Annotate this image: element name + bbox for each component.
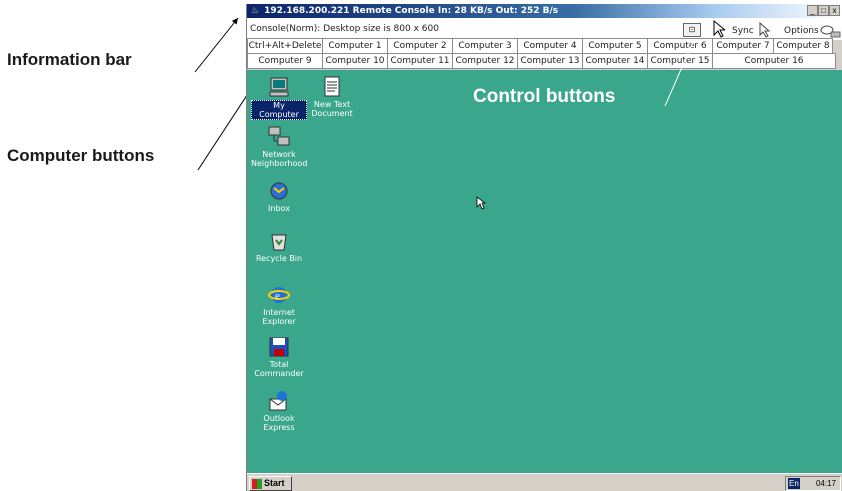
console-status-text: Console(Norm): Desktop size is 800 x 600	[250, 24, 439, 34]
information-bar: Console(Norm): Desktop size is 800 x 600…	[247, 18, 842, 40]
icon-label: Recycle Bin	[255, 254, 303, 263]
close-button[interactable]: x	[829, 5, 840, 16]
information-bar-arrow	[194, 17, 239, 73]
computer-11-button[interactable]: Computer 11	[387, 53, 453, 69]
taskbar: Start En 04:17	[247, 473, 842, 491]
desktop-icon-inbox[interactable]: Inbox	[251, 180, 307, 213]
video-settings-icon[interactable]: ⊡	[683, 23, 701, 37]
minimize-button[interactable]: _	[807, 5, 818, 16]
outlook-express-icon	[268, 390, 290, 412]
recycle-bin-icon	[268, 230, 290, 252]
information-bar-annotation: Information bar	[7, 50, 132, 69]
clock: 04:17	[815, 479, 836, 488]
computer-5-button[interactable]: Computer 5	[582, 38, 648, 54]
remote-desktop[interactable]: Control buttons My Computer New Text Doc…	[247, 41, 842, 473]
ctrl-alt-delete-button[interactable]: Ctrl+Alt+Delete	[247, 38, 323, 54]
desktop-icon-total-commander[interactable]: Total Commander	[251, 336, 307, 378]
computer-13-button[interactable]: Computer 13	[517, 53, 583, 69]
desktop-icon-new-text-document[interactable]: New Text Document	[304, 76, 360, 118]
desktop-icon-internet-explorer[interactable]: e Internet Explorer	[251, 284, 307, 326]
computer-7-button[interactable]: Computer 7	[712, 38, 774, 54]
desktop-icon-network-neighborhood[interactable]: Network Neighborhood	[251, 126, 307, 168]
computer-12-button[interactable]: Computer 12	[452, 53, 518, 69]
control-buttons-arrow	[664, 41, 694, 107]
total-commander-icon	[268, 336, 290, 358]
computer-16-button[interactable]: Computer 16	[712, 53, 836, 69]
inbox-icon	[268, 180, 290, 202]
computer-4-button[interactable]: Computer 4	[517, 38, 583, 54]
desktop-icon-outlook-express[interactable]: Outlook Express	[251, 390, 307, 432]
java-icon: ♨	[251, 6, 260, 16]
keyboard-icon[interactable]	[819, 24, 841, 38]
icon-label: Internet Explorer	[262, 308, 296, 326]
icon-label: Outlook Express	[263, 414, 295, 432]
maximize-button[interactable]: □	[818, 5, 829, 16]
internet-explorer-icon: e	[268, 284, 290, 306]
icon-label: Total Commander	[254, 360, 304, 378]
computer-buttons-annotation: Computer buttons	[7, 146, 155, 165]
computer-14-button[interactable]: Computer 14	[582, 53, 648, 69]
windows-logo-icon	[252, 479, 262, 489]
computer-8-button[interactable]: Computer 8	[773, 38, 833, 54]
computer-10-button[interactable]: Computer 10	[322, 53, 388, 69]
mouse-pointer-icon[interactable]	[713, 20, 725, 38]
single-mouse-icon[interactable]	[759, 22, 771, 38]
computer-9-button[interactable]: Computer 9	[247, 53, 323, 69]
computer-1-button[interactable]: Computer 1	[322, 38, 388, 54]
computer-buttons-row-2: Computer 9 Computer 10 Computer 11 Compu…	[247, 53, 842, 69]
system-tray: En 04:17	[785, 476, 841, 491]
computer-icon	[268, 76, 290, 98]
window-title: 192.168.200.221 Remote Console In: 28 KB…	[264, 6, 559, 16]
icon-label: Inbox	[268, 204, 290, 213]
desktop-icon-my-computer[interactable]: My Computer	[251, 76, 307, 122]
remote-console-window: ♨ 192.168.200.221 Remote Console In: 28 …	[246, 4, 842, 491]
computer-buttons-row-1: Ctrl+Alt+Delete Computer 1 Computer 2 Co…	[247, 38, 842, 54]
control-buttons-annotation: Control buttons	[473, 86, 616, 107]
computer-3-button[interactable]: Computer 3	[452, 38, 518, 54]
svg-text:e: e	[275, 290, 280, 302]
network-icon	[268, 126, 290, 148]
desktop-icon-recycle-bin[interactable]: Recycle Bin	[251, 230, 307, 263]
start-button[interactable]: Start	[249, 476, 292, 491]
language-indicator[interactable]: En	[788, 478, 800, 489]
title-bar: ♨ 192.168.200.221 Remote Console In: 28 …	[247, 4, 842, 18]
remote-cursor-icon	[476, 196, 486, 210]
icon-label: My Computer	[251, 100, 307, 120]
icon-label: New Text Document	[311, 100, 353, 118]
text-document-icon	[321, 76, 343, 98]
start-label: Start	[264, 478, 285, 488]
icon-label: Network Neighborhood	[251, 150, 308, 168]
computer-2-button[interactable]: Computer 2	[387, 38, 453, 54]
